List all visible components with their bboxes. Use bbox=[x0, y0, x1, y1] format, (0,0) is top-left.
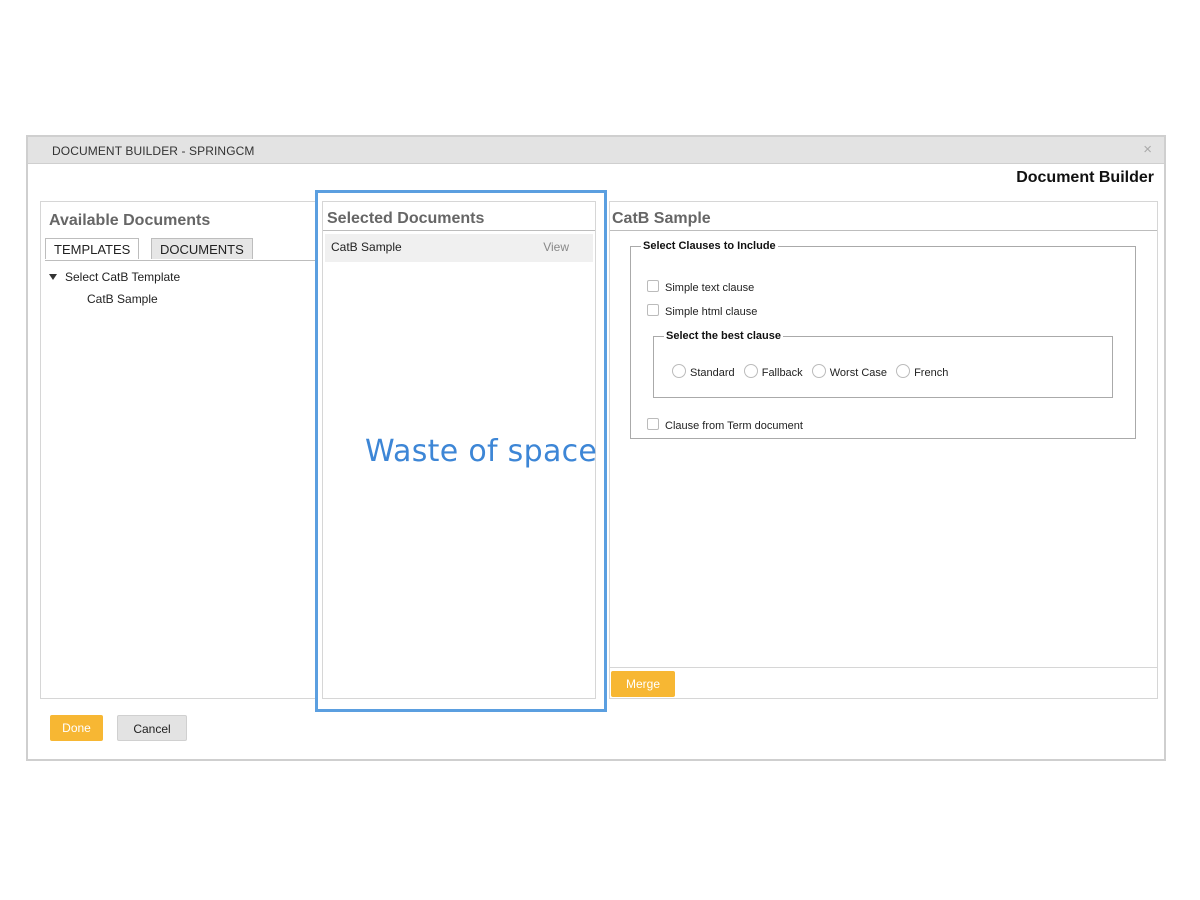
divider bbox=[323, 230, 595, 231]
document-builder-dialog: DOCUMENT BUILDER - SPRINGCM × Document B… bbox=[26, 135, 1166, 761]
tab-templates[interactable]: TEMPLATES bbox=[45, 238, 140, 259]
merge-button[interactable]: Merge bbox=[611, 671, 675, 697]
radio-label: French bbox=[914, 367, 949, 379]
list-item[interactable]: CatB Sample View bbox=[325, 234, 593, 262]
clauses-fieldset: Select Clauses to Include Simple text cl… bbox=[630, 240, 1136, 439]
best-clause-radio-group: Standard Fallback Worst Case French bbox=[672, 364, 954, 379]
checkbox[interactable] bbox=[647, 304, 659, 316]
document-tabs: TEMPLATES DOCUMENTS bbox=[45, 238, 315, 261]
radio-standard[interactable] bbox=[672, 364, 686, 378]
checkbox-simple-html[interactable]: Simple html clause bbox=[647, 304, 757, 318]
annotation-text: Waste of space bbox=[365, 434, 598, 469]
selected-document-name: CatB Sample bbox=[331, 240, 402, 254]
caret-down-icon bbox=[49, 273, 57, 280]
checkbox[interactable] bbox=[647, 418, 659, 430]
checkbox-label: Clause from Term document bbox=[665, 420, 803, 432]
divider bbox=[610, 667, 1157, 668]
window-titlebar: DOCUMENT BUILDER - SPRINGCM × bbox=[28, 137, 1164, 164]
available-documents-panel: Available Documents TEMPLATES DOCUMENTS … bbox=[40, 201, 315, 699]
radio-fallback[interactable] bbox=[743, 364, 758, 378]
done-button[interactable]: Done bbox=[50, 715, 103, 741]
document-detail-panel: CatB Sample Select Clauses to Include Si… bbox=[609, 201, 1158, 699]
tab-documents[interactable]: DOCUMENTS bbox=[151, 238, 253, 259]
radio-label: Standard bbox=[690, 367, 735, 379]
checkbox-term-document[interactable]: Clause from Term document bbox=[647, 418, 803, 432]
available-documents-title: Available Documents bbox=[49, 212, 211, 229]
detail-title: CatB Sample bbox=[612, 210, 711, 227]
radio-french[interactable] bbox=[896, 364, 911, 378]
checkbox[interactable] bbox=[647, 280, 659, 292]
best-clause-legend: Select the best clause bbox=[666, 330, 781, 342]
divider bbox=[610, 230, 1157, 231]
clauses-legend: Select Clauses to Include bbox=[643, 240, 776, 252]
app-heading: Document Builder bbox=[1016, 169, 1154, 186]
checkbox-simple-text[interactable]: Simple text clause bbox=[647, 280, 754, 294]
cancel-button[interactable]: Cancel bbox=[117, 715, 187, 741]
close-icon[interactable]: × bbox=[1143, 141, 1152, 159]
best-clause-fieldset: Select the best clause Standard Fallback… bbox=[653, 330, 1113, 398]
radio-label: Worst Case bbox=[829, 367, 888, 379]
checkbox-label: Simple html clause bbox=[665, 306, 758, 318]
view-link[interactable]: View bbox=[543, 240, 569, 254]
tree-node-template[interactable]: Select CatB Template bbox=[49, 270, 180, 284]
tree-leaf-catb-sample[interactable]: CatB Sample bbox=[87, 292, 158, 306]
radio-label: Fallback bbox=[761, 367, 803, 379]
tree-node-label: Select CatB Template bbox=[65, 270, 181, 284]
checkbox-label: Simple text clause bbox=[665, 282, 755, 294]
selected-documents-title: Selected Documents bbox=[327, 210, 485, 227]
window-title: DOCUMENT BUILDER - SPRINGCM bbox=[52, 144, 255, 158]
radio-worst-case[interactable] bbox=[811, 364, 826, 378]
